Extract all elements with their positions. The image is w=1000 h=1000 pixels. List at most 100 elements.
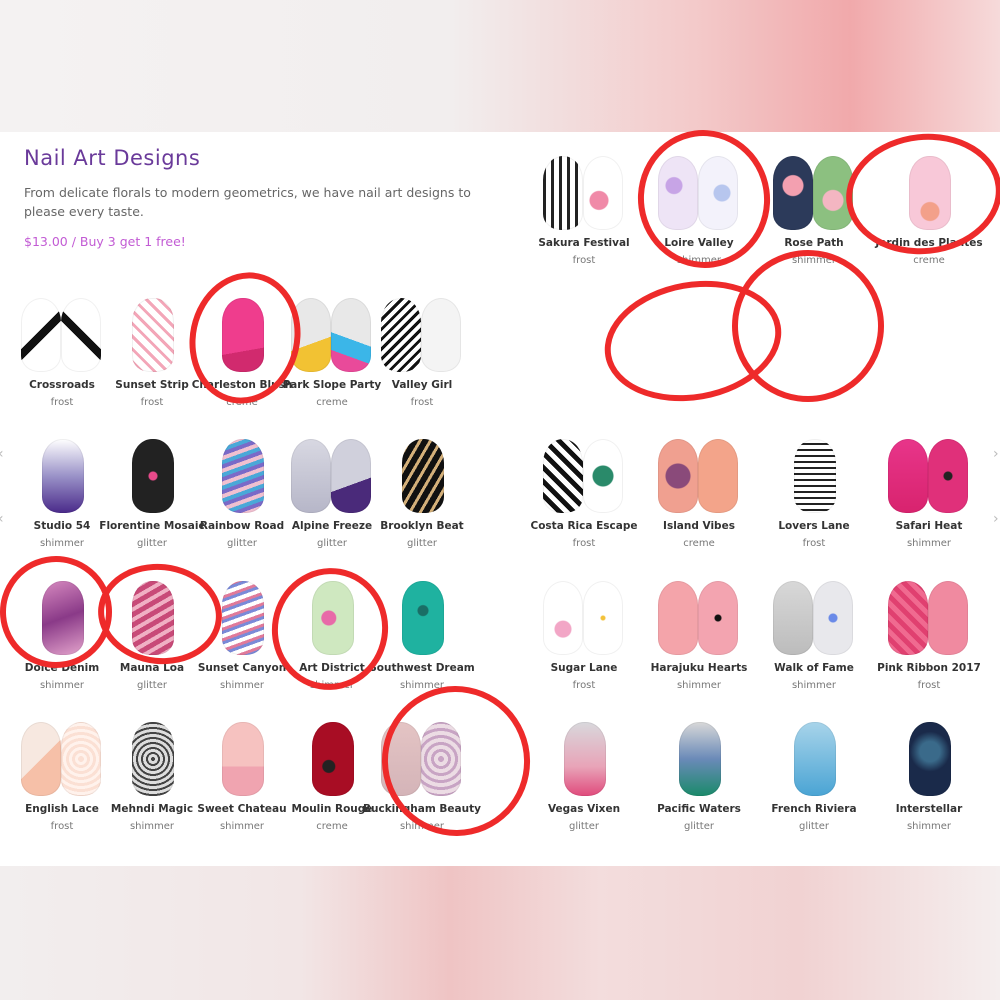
product-image[interactable] — [366, 716, 478, 802]
product-tile-buckingham-beauty[interactable]: Buckingham Beauty shimmer — [363, 716, 481, 846]
product-image[interactable] — [366, 575, 478, 661]
product-tile-rose-path[interactable]: Rose Path shimmer — [758, 150, 870, 280]
product-finish: frost — [572, 680, 596, 691]
background-top-blur — [0, 0, 1000, 132]
product-tile-vegas-vixen[interactable]: Vegas Vixen glitter — [528, 716, 640, 846]
product-name[interactable]: Pink Ribbon 2017 — [863, 662, 995, 674]
product-name[interactable]: Harajuku Hearts — [633, 662, 765, 674]
product-finish: glitter — [568, 821, 599, 832]
product-image[interactable] — [643, 716, 755, 802]
product-tile-valley-girl[interactable]: Valley Girl frost — [366, 292, 478, 422]
nail-swatch — [21, 298, 61, 372]
product-tile-lovers-lane[interactable]: Lovers Lane frost — [758, 433, 870, 563]
product-tile-costa-rica-escape[interactable]: Costa Rica Escape frost — [528, 433, 640, 563]
nail-swatch — [909, 722, 951, 796]
nail-swatch — [381, 722, 421, 796]
product-name[interactable]: Lovers Lane — [748, 520, 880, 532]
product-finish: shimmer — [676, 255, 722, 266]
product-name[interactable]: Walk of Fame — [748, 662, 880, 674]
nail-swatch — [583, 581, 623, 655]
product-image[interactable] — [873, 150, 985, 236]
product-name[interactable]: Valley Girl — [356, 379, 488, 391]
nail-swatch — [773, 581, 813, 655]
product-name[interactable]: Interstellar — [863, 803, 995, 815]
product-tile-southwest-dream[interactable]: Southwest Dream shimmer — [366, 575, 478, 705]
nail-swatch — [42, 439, 84, 513]
product-finish: shimmer — [399, 680, 445, 691]
product-finish: shimmer — [906, 821, 952, 832]
nail-swatch — [331, 439, 371, 513]
product-finish: shimmer — [906, 538, 952, 549]
nail-swatch — [421, 722, 461, 796]
nail-swatch — [312, 581, 354, 655]
product-name[interactable]: Loire Valley — [633, 237, 765, 249]
product-name[interactable]: Brooklyn Beat — [356, 520, 488, 532]
product-tile-walk-of-fame[interactable]: Walk of Fame shimmer — [758, 575, 870, 705]
product-image[interactable] — [366, 292, 478, 378]
product-tile-pacific-waters[interactable]: Pacific Waters glitter — [643, 716, 755, 846]
product-name[interactable]: Southwest Dream — [356, 662, 488, 674]
nail-swatch — [813, 156, 853, 230]
product-image[interactable] — [758, 433, 870, 519]
product-tile-island-vibes[interactable]: Island Vibes creme — [643, 433, 755, 563]
product-name[interactable]: Rose Path — [748, 237, 880, 249]
nail-swatch — [222, 581, 264, 655]
product-tile-jardin-des-plantes[interactable]: Jardin des Plantes creme — [873, 150, 985, 280]
product-name[interactable]: Buckingham Beauty — [356, 803, 488, 815]
product-tile-brooklyn-beat[interactable]: Brooklyn Beat glitter — [366, 433, 478, 563]
product-image[interactable] — [758, 575, 870, 661]
nail-swatch — [698, 156, 738, 230]
nail-swatch — [132, 581, 174, 655]
product-tile-sakura-festival[interactable]: Sakura Festival frost — [528, 150, 640, 280]
product-image[interactable] — [873, 716, 985, 802]
product-name[interactable]: Costa Rica Escape — [518, 520, 650, 532]
product-tile-interstellar[interactable]: Interstellar shimmer — [873, 716, 985, 846]
product-tile-loire-valley[interactable]: Loire Valley shimmer — [643, 150, 755, 280]
nail-swatch — [658, 156, 698, 230]
product-tile-safari-heat[interactable]: Safari Heat shimmer — [873, 433, 985, 563]
product-image[interactable] — [528, 150, 640, 236]
nail-swatch — [564, 722, 606, 796]
product-name[interactable]: Vegas Vixen — [518, 803, 650, 815]
nail-swatch — [291, 298, 331, 372]
nail-swatch — [132, 722, 174, 796]
nail-swatch — [583, 439, 623, 513]
nail-swatch — [132, 298, 174, 372]
product-tile-pink-ribbon-2017[interactable]: Pink Ribbon 2017 frost — [873, 575, 985, 705]
product-name[interactable]: Jardin des Plantes — [863, 237, 995, 249]
nail-swatch — [909, 156, 951, 230]
nail-swatch — [698, 439, 738, 513]
product-tile-french-riviera[interactable]: French Riviera glitter — [758, 716, 870, 846]
nail-swatch — [222, 439, 264, 513]
product-name[interactable]: Safari Heat — [863, 520, 995, 532]
product-tile-sugar-lane[interactable]: Sugar Lane frost — [528, 575, 640, 705]
nail-swatch — [658, 581, 698, 655]
product-name[interactable]: Sugar Lane — [518, 662, 650, 674]
price-promo[interactable]: $13.00 / Buy 3 get 1 free! — [24, 234, 186, 249]
product-image[interactable] — [528, 716, 640, 802]
product-image[interactable] — [643, 433, 755, 519]
product-image[interactable] — [758, 150, 870, 236]
nail-swatch — [402, 581, 444, 655]
product-image[interactable] — [528, 433, 640, 519]
nail-swatch — [61, 298, 101, 372]
product-image[interactable] — [366, 433, 478, 519]
nail-swatch — [21, 722, 61, 796]
product-finish: glitter — [798, 821, 829, 832]
product-image[interactable] — [643, 150, 755, 236]
product-image[interactable] — [758, 716, 870, 802]
product-finish: frost — [572, 255, 596, 266]
product-name[interactable]: Sakura Festival — [518, 237, 650, 249]
product-image[interactable] — [873, 575, 985, 661]
nail-swatch — [61, 722, 101, 796]
carousel-right-arrow-icon[interactable]: › — [993, 446, 1000, 462]
product-tile-harajuku-hearts[interactable]: Harajuku Hearts shimmer — [643, 575, 755, 705]
product-name[interactable]: French Riviera — [748, 803, 880, 815]
product-image[interactable] — [643, 575, 755, 661]
nail-swatch — [794, 722, 836, 796]
product-finish: shimmer — [791, 255, 837, 266]
product-name[interactable]: Island Vibes — [633, 520, 765, 532]
product-image[interactable] — [528, 575, 640, 661]
product-name[interactable]: Pacific Waters — [633, 803, 765, 815]
product-image[interactable] — [873, 433, 985, 519]
